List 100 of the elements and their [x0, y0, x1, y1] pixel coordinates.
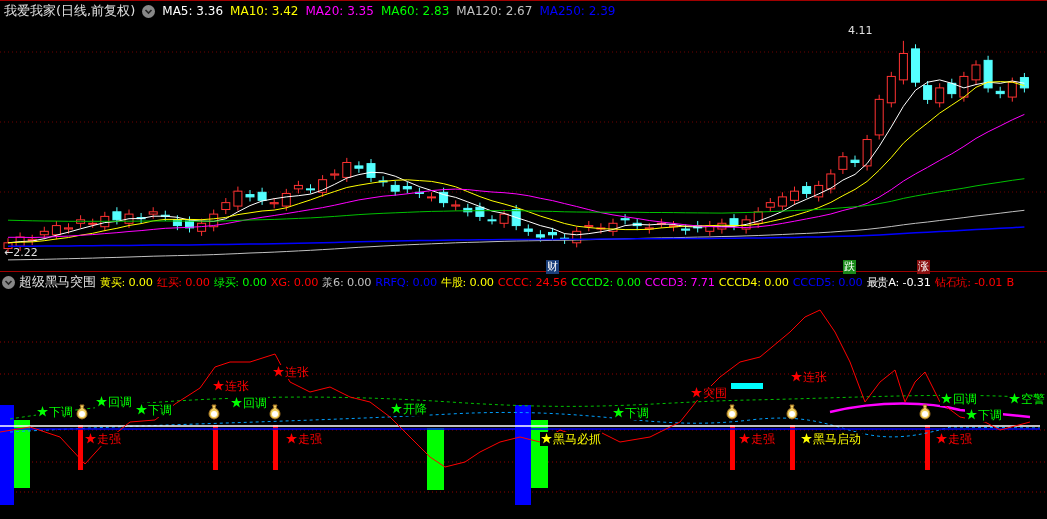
- candle: [172, 214, 182, 231]
- candle: [293, 180, 303, 194]
- candle: [608, 218, 618, 237]
- star-icon: [801, 433, 812, 445]
- candle: [741, 214, 751, 235]
- candle: [64, 222, 73, 235]
- candle: [777, 191, 787, 212]
- signal-label: 连张: [272, 365, 310, 380]
- indicator-value: MA60: 2.83: [380, 4, 450, 19]
- indicator-value: MA5: 3.36: [162, 4, 224, 19]
- event-marker[interactable]: 涨: [917, 259, 930, 274]
- indicator-value: 最贵A: -0.31: [866, 274, 931, 290]
- candle: [790, 186, 799, 206]
- candle: [935, 82, 945, 108]
- indicator-bar: [731, 383, 763, 390]
- star-icon: [136, 404, 147, 416]
- candle: [1019, 72, 1029, 93]
- candle: [257, 187, 267, 206]
- candle: [874, 94, 884, 140]
- star-icon: [941, 393, 952, 405]
- star-icon: [613, 407, 624, 419]
- collapse-icon[interactable]: [2, 275, 15, 289]
- star-icon: [273, 366, 284, 378]
- signal-label: 走强: [935, 432, 973, 447]
- indicator-bar: [273, 425, 278, 471]
- candle: [51, 220, 61, 240]
- collapse-icon[interactable]: [142, 4, 156, 18]
- indicator-value: CCCD3: 7.71: [644, 275, 715, 289]
- candle: [402, 181, 412, 194]
- indicator-value: 钻石坑: -0.01: [934, 274, 1003, 290]
- indicator-bar: [790, 425, 795, 471]
- indicator-bar: [213, 425, 218, 471]
- candle: [983, 55, 993, 93]
- signal-label: 回调: [940, 392, 978, 407]
- signal-label: 下调: [135, 403, 173, 418]
- signal-label: 走强: [285, 432, 323, 447]
- signal-label: 黑马启动: [800, 432, 862, 447]
- candle: [100, 211, 110, 232]
- indicator-value: 牛股: 0.00: [440, 274, 494, 290]
- candle: [814, 180, 824, 202]
- indicator-value: 红买: 0.00: [156, 274, 210, 290]
- candle: [511, 204, 521, 231]
- candle: [826, 168, 836, 194]
- indicator-title: 超级黑马突围: [19, 273, 96, 292]
- star-icon: [791, 371, 802, 383]
- indicator-value: 黄买: 0.00: [99, 274, 153, 290]
- indicator-value: MA10: 3.42: [230, 4, 299, 19]
- candle: [148, 206, 158, 220]
- indicator-bar: [730, 425, 735, 471]
- money-bag-icon: [268, 404, 282, 421]
- candle: [414, 187, 424, 199]
- signal-label: 回调: [230, 396, 268, 411]
- indicator-value: CCCC: 24.56: [497, 275, 567, 289]
- signal-label: 黑马必抓: [540, 432, 602, 447]
- star-icon: [541, 433, 552, 445]
- candle: [959, 71, 969, 103]
- money-bag-icon: [785, 404, 799, 421]
- candle: [245, 189, 255, 202]
- signal-label: 开降: [390, 402, 428, 417]
- star-icon: [391, 403, 402, 415]
- star-icon: [231, 397, 242, 409]
- candle: [136, 212, 146, 224]
- candle: [886, 71, 896, 108]
- candle: [185, 215, 194, 233]
- chart-title: 我爱我家(日线,前复权): [4, 2, 136, 21]
- candle: [366, 158, 376, 183]
- candle: [560, 233, 570, 245]
- indicator-bar: [427, 428, 444, 491]
- candle: [451, 199, 461, 212]
- signal-label: 下调: [612, 406, 650, 421]
- indicator-value: RRFQ: 0.00: [375, 275, 437, 289]
- candle: [669, 220, 678, 232]
- candle: [753, 206, 763, 229]
- candle: [318, 174, 328, 198]
- star-icon: [739, 433, 750, 445]
- star-icon: [286, 433, 297, 445]
- candle: [572, 226, 582, 248]
- money-bag-icon: [207, 404, 221, 421]
- candle: [378, 175, 388, 187]
- star-icon: [1009, 393, 1020, 405]
- candle: [898, 40, 908, 85]
- candle: [439, 187, 449, 208]
- indicator-value: MA250: 2.39: [539, 4, 616, 19]
- candle: [354, 160, 364, 174]
- event-marker[interactable]: 财: [546, 259, 559, 274]
- candle: [705, 220, 715, 237]
- signal-label: 突围: [690, 386, 728, 401]
- candle: [88, 218, 98, 229]
- candle: [717, 218, 727, 235]
- indicator-value: CCCD2: 0.00: [570, 275, 641, 289]
- star-icon: [85, 433, 96, 445]
- candle: [995, 86, 1005, 99]
- candle: [209, 208, 219, 232]
- star-icon: [96, 396, 107, 408]
- event-marker[interactable]: 跌: [843, 259, 856, 274]
- indicator-value: XG: 0.00: [270, 275, 319, 289]
- money-bag-icon: [75, 404, 89, 421]
- indicator-value: MA120: 2.67: [456, 4, 533, 19]
- signal-label: 连张: [212, 379, 250, 394]
- candle: [632, 218, 642, 231]
